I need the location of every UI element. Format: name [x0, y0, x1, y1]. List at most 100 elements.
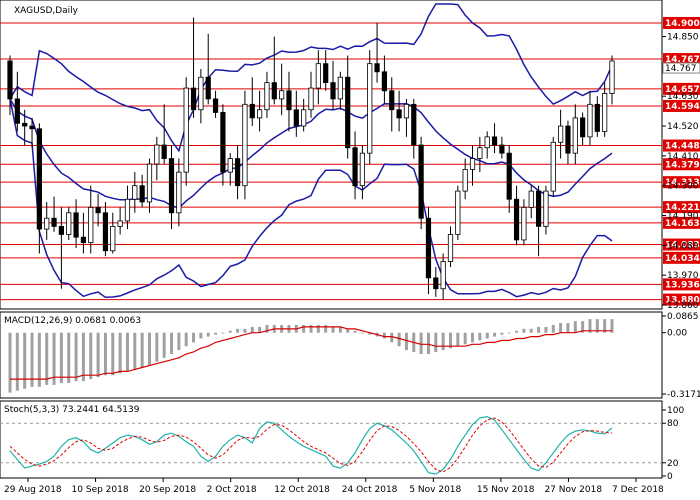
macd-histogram-bar — [177, 332, 181, 351]
candle-body — [440, 261, 446, 290]
candle-body — [550, 141, 556, 192]
candle-body — [587, 103, 593, 138]
macd-histogram-bar — [147, 332, 151, 366]
stoch-tick-label: 100 — [667, 406, 684, 416]
candle-body — [345, 76, 351, 149]
macd-histogram-bar — [390, 332, 394, 343]
macd-histogram-bar — [559, 323, 563, 333]
stoch-title: Stoch(5,3,3) 73.2441 64.5139 — [4, 405, 140, 415]
macd-histogram-bar — [170, 332, 174, 354]
candle-body — [594, 103, 600, 132]
price-tick-label: 14.190 — [667, 212, 699, 222]
macd-histogram-bar — [537, 326, 541, 333]
candle-body — [403, 103, 410, 119]
macd-histogram-bar — [426, 332, 430, 354]
date-tick-label: 7 Dec 2018 — [612, 485, 664, 495]
date-tick-label: 27 Nov 2018 — [544, 485, 602, 495]
stoch-tick-label: 20 — [667, 459, 679, 469]
macd-histogram-bar — [206, 332, 210, 337]
macd-histogram-bar — [382, 332, 386, 339]
macd-histogram-bar — [309, 324, 313, 333]
macd-histogram-bar — [89, 332, 93, 380]
macd-histogram-bar — [522, 328, 526, 333]
candle-body — [580, 117, 586, 138]
level-label: 14.034 — [665, 254, 700, 264]
macd-histogram-bar — [566, 323, 570, 333]
candle-body — [44, 217, 50, 230]
macd-histogram-bar — [316, 324, 320, 333]
macd-histogram-bar — [397, 332, 401, 347]
macd-histogram-bar — [544, 326, 548, 333]
macd-tick-label: 0.0865 — [667, 312, 699, 322]
candle-body — [205, 76, 211, 100]
level-label: 14.900 — [665, 19, 700, 29]
candle-body — [323, 63, 329, 84]
macd-histogram-bar — [507, 332, 511, 334]
date-tick-label: 20 Sep 2018 — [139, 485, 196, 495]
macd-histogram-bar — [133, 332, 137, 370]
macd-histogram-bar — [228, 330, 232, 333]
macd-histogram-bar — [45, 332, 49, 385]
macd-histogram-bar — [155, 332, 159, 362]
candle-body — [389, 90, 395, 111]
candle-body — [455, 190, 461, 235]
date-tick-label: 12 Oct 2018 — [274, 485, 330, 495]
candle-body — [176, 171, 182, 214]
candle-body — [102, 212, 109, 252]
candle-body — [609, 60, 615, 94]
candle-body — [367, 63, 373, 154]
candle-body — [124, 198, 131, 222]
macd-histogram-bar — [96, 332, 100, 378]
date-tick-label: 29 Aug 2018 — [4, 485, 62, 495]
candle-body — [352, 147, 358, 187]
candle-body — [418, 144, 424, 219]
macd-tick-label: 0.00 — [667, 329, 687, 339]
date-tick-label: 10 Sep 2018 — [72, 485, 129, 495]
candle-body — [234, 158, 241, 187]
candle-body — [66, 212, 72, 235]
level-label: 14.448 — [665, 142, 700, 152]
candle-body — [146, 163, 153, 203]
macd-histogram-bar — [353, 330, 357, 333]
candle-body — [301, 109, 307, 127]
candle-body — [168, 158, 175, 214]
candle-body — [572, 117, 578, 154]
candle-body — [271, 82, 277, 100]
macd-title: MACD(12,26,9) 0.0681 0.0063 — [4, 316, 141, 326]
candle-body — [249, 103, 255, 119]
candle-body — [462, 169, 468, 192]
macd-histogram-bar — [324, 324, 328, 333]
candle-body — [80, 236, 87, 244]
candle-body — [198, 76, 204, 111]
chart-canvas: 14.90014.76714.65714.59414.44814.37914.3… — [0, 0, 700, 495]
price-tick-label: 14.410 — [667, 152, 699, 162]
macd-histogram-bar — [59, 332, 63, 383]
candle-body — [183, 87, 189, 173]
macd-histogram-bar — [118, 332, 122, 374]
candle-body — [315, 63, 321, 89]
macd-histogram-bar — [243, 328, 247, 333]
candle-body — [36, 128, 42, 230]
price-chart-title: XAGUSD,Daily — [14, 6, 79, 16]
candle-body — [73, 212, 79, 238]
candle-body — [308, 87, 314, 111]
price-tick-label: 14.520 — [667, 122, 699, 132]
macd-histogram-bar — [111, 332, 115, 376]
macd-histogram-bar — [485, 332, 489, 339]
macd-histogram-bar — [331, 326, 335, 333]
candle-body — [330, 82, 336, 100]
macd-histogram-bar — [551, 324, 555, 333]
price-tick-label: 14.080 — [667, 241, 699, 251]
candle-body — [110, 225, 116, 252]
macd-histogram-bar — [515, 330, 519, 333]
candle-body — [117, 220, 123, 227]
candle-body — [242, 103, 248, 187]
macd-histogram-bar — [8, 332, 12, 393]
macd-histogram-bar — [74, 332, 78, 382]
candle-body — [220, 112, 226, 173]
macd-tick-label: -0.3171 — [667, 390, 700, 400]
candle-body — [374, 63, 380, 73]
macd-histogram-bar — [456, 332, 460, 347]
candle-body — [190, 87, 197, 111]
macd-histogram-bar — [236, 328, 240, 333]
